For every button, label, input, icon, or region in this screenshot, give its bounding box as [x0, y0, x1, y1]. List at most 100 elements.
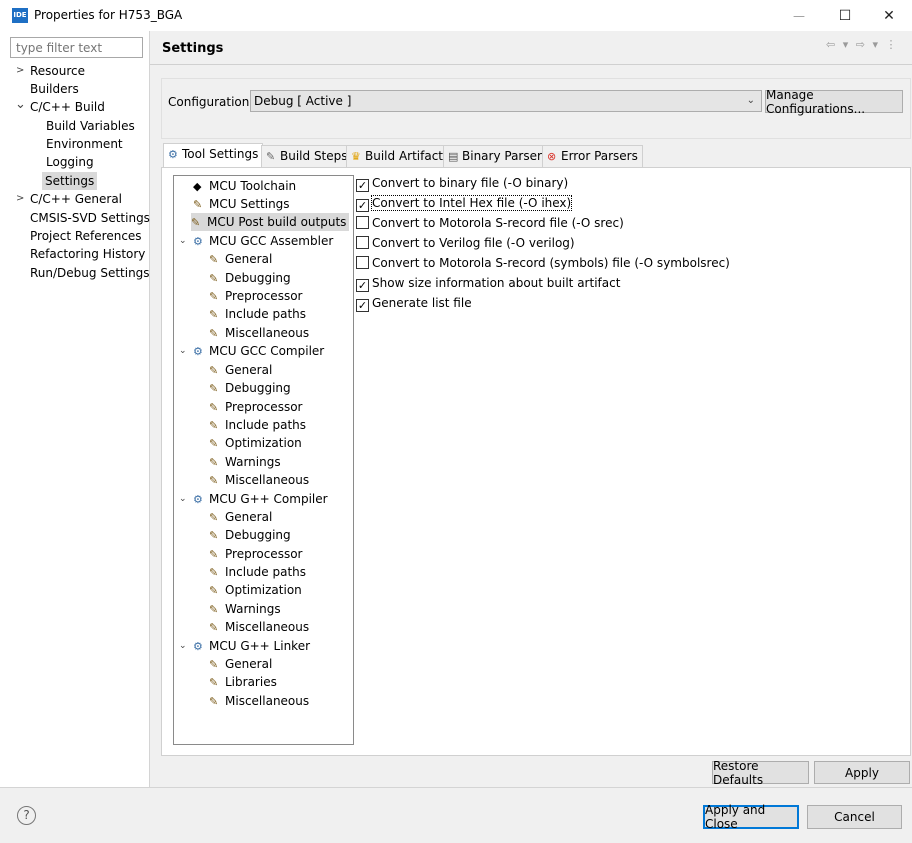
tree-item-mcu-toolchain[interactable]: ◆ MCU Toolchain	[193, 177, 296, 195]
build-artifact-icon: ♛	[351, 150, 361, 163]
tree-item-compiler-preprocessor[interactable]: ✎ Preprocessor	[209, 398, 302, 416]
checkbox-show-size[interactable]: ✓	[356, 279, 369, 292]
settings-page-icon: ✎	[209, 327, 219, 340]
apply-button[interactable]: Apply	[814, 761, 910, 784]
settings-page-icon: ✎	[209, 621, 219, 634]
configuration-label: Configuration:	[168, 95, 254, 109]
tab-build-artifact[interactable]: ♛ Build Artifact	[346, 145, 448, 167]
tree-item-gpp-debugging[interactable]: ✎ Debugging	[209, 526, 291, 544]
tree-item-gpp-misc[interactable]: ✎ Miscellaneous	[209, 618, 309, 636]
checkbox-symbolsrec[interactable]	[356, 256, 369, 269]
maximize-button[interactable]: ☐	[822, 0, 868, 31]
compiler-collapse-icon[interactable]: ⌄	[179, 342, 189, 360]
close-button[interactable]: ✕	[866, 0, 912, 31]
option-generate-list[interactable]: ✓ Generate list file	[356, 294, 472, 312]
option-show-size[interactable]: ✓ Show size information about built artif…	[356, 274, 620, 292]
tree-item-compiler-general[interactable]: ✎ General	[209, 361, 272, 379]
settings-page-icon: ✎	[209, 676, 219, 689]
checkbox-srec[interactable]	[356, 216, 369, 229]
tree-item-assembler-debugging[interactable]: ✎ Debugging	[209, 269, 291, 287]
assembler-collapse-icon[interactable]: ⌄	[179, 232, 189, 250]
option-convert-verilog[interactable]: Convert to Verilog file (-O verilog)	[356, 234, 575, 252]
tree-item-assembler-misc[interactable]: ✎ Miscellaneous	[209, 324, 309, 342]
nav-item-logging[interactable]: Logging	[46, 153, 94, 171]
tree-item-compiler-include-paths[interactable]: ✎ Include paths	[209, 416, 306, 434]
tree-item-gpp-warnings[interactable]: ✎ Warnings	[209, 600, 281, 618]
settings-page-icon: ✎	[209, 529, 219, 542]
tree-item-gcc-compiler[interactable]: ⚙ MCU GCC Compiler	[193, 342, 324, 360]
tree-item-gpp-general[interactable]: ✎ General	[209, 508, 272, 526]
option-convert-symbolsrec[interactable]: Convert to Motorola S-record (symbols) f…	[356, 254, 730, 272]
minimize-button[interactable]: —	[776, 0, 822, 31]
tree-item-post-build-outputs[interactable]: ✎ MCU Post build outputs	[191, 213, 350, 231]
nav-item-run-debug[interactable]: Run/Debug Settings	[30, 264, 150, 282]
tree-item-compiler-debugging[interactable]: ✎ Debugging	[209, 379, 291, 397]
tree-item-assembler-include-paths[interactable]: ✎ Include paths	[209, 305, 306, 323]
window-title: Properties for H753_BGA	[34, 8, 183, 22]
tree-item-assembler-general[interactable]: ✎ General	[209, 250, 272, 268]
checkbox-binary[interactable]: ✓	[356, 179, 369, 192]
resource-expand-icon[interactable]: >	[16, 62, 26, 80]
help-icon[interactable]: ?	[17, 806, 36, 825]
nav-item-cpp-general[interactable]: C/C++ General	[30, 190, 122, 208]
tab-error-parsers[interactable]: ⊗ Error Parsers	[542, 145, 643, 167]
close-icon: ✕	[883, 7, 895, 24]
nav-item-settings[interactable]: Settings	[42, 172, 98, 190]
tool-gear-icon: ⚙	[193, 235, 203, 248]
tree-item-gpp-preprocessor[interactable]: ✎ Preprocessor	[209, 545, 302, 563]
chevron-down-icon: ⌄	[746, 95, 755, 106]
tree-item-gpp-include-paths[interactable]: ✎ Include paths	[209, 563, 306, 581]
tab-build-steps[interactable]: ✎ Build Steps	[261, 145, 353, 167]
tool-gear-icon: ⚙	[193, 640, 203, 653]
tool-gear-icon: ⚙	[193, 345, 203, 358]
restore-defaults-button[interactable]: Restore Defaults	[712, 759, 809, 787]
settings-page-icon: ✎	[209, 364, 219, 377]
cpp-general-expand-icon[interactable]: >	[16, 190, 26, 208]
nav-item-builders[interactable]: Builders	[30, 80, 79, 98]
nav-item-project-references[interactable]: Project References	[30, 227, 142, 245]
manage-configurations-button[interactable]: Manage Configurations...	[765, 88, 903, 116]
tree-item-mcu-settings[interactable]: ✎ MCU Settings	[193, 195, 290, 213]
settings-page-icon: ✎	[209, 474, 219, 487]
gpp-compiler-collapse-icon[interactable]: ⌄	[179, 490, 189, 508]
nav-item-refactoring-history[interactable]: Refactoring History	[30, 245, 145, 263]
tree-item-compiler-warnings[interactable]: ✎ Warnings	[209, 453, 281, 471]
settings-page-icon: ✎	[209, 695, 219, 708]
apply-and-close-button[interactable]: Apply and Close	[703, 803, 799, 831]
nav-item-resource[interactable]: Resource	[30, 62, 85, 80]
tree-item-compiler-misc[interactable]: ✎ Miscellaneous	[209, 471, 309, 489]
tree-item-assembler-preprocessor[interactable]: ✎ Preprocessor	[209, 287, 302, 305]
settings-page-icon: ✎	[209, 584, 219, 597]
option-convert-ihex[interactable]: ✓ Convert to Intel Hex file (-O ihex)	[356, 194, 573, 212]
bottom-divider	[0, 787, 912, 788]
tree-item-gpp-compiler[interactable]: ⚙ MCU G++ Compiler	[193, 490, 328, 508]
tool-gear-icon: ⚙	[193, 493, 203, 506]
tab-binary-parsers[interactable]: ▤ Binary Parsers	[443, 145, 554, 167]
nav-item-cmsis-svd[interactable]: CMSIS-SVD Settings	[30, 209, 150, 227]
nav-item-build-variables[interactable]: Build Variables	[46, 117, 135, 135]
filter-input[interactable]	[10, 37, 143, 58]
maximize-icon: ☐	[838, 7, 852, 24]
tree-item-linker-libraries[interactable]: ✎ Libraries	[209, 673, 277, 691]
option-convert-binary[interactable]: ✓ Convert to binary file (-O binary)	[356, 174, 568, 192]
tree-item-assembler[interactable]: ⚙ MCU GCC Assembler	[193, 232, 333, 250]
linker-collapse-icon[interactable]: ⌄	[179, 637, 189, 655]
tree-item-compiler-optimization[interactable]: ✎ Optimization	[209, 434, 302, 452]
checkbox-list-file[interactable]: ✓	[356, 299, 369, 312]
tree-item-gpp-optimization[interactable]: ✎ Optimization	[209, 581, 302, 599]
option-convert-srec[interactable]: Convert to Motorola S-record file (-O sr…	[356, 214, 624, 232]
tree-item-linker-general[interactable]: ✎ General	[209, 655, 272, 673]
nav-item-environment[interactable]: Environment	[46, 135, 123, 153]
nav-item-cpp-build[interactable]: C/C++ Build	[30, 98, 105, 116]
tree-item-gpp-linker[interactable]: ⚙ MCU G++ Linker	[193, 637, 310, 655]
settings-page-icon: ✎	[209, 437, 219, 450]
checkbox-ihex[interactable]: ✓	[356, 199, 369, 212]
configuration-select[interactable]: Debug [ Active ] ⌄	[250, 90, 762, 112]
tree-item-linker-misc[interactable]: ✎ Miscellaneous	[209, 692, 309, 710]
checkbox-verilog[interactable]	[356, 236, 369, 249]
tab-tool-settings[interactable]: ⚙ Tool Settings	[163, 143, 264, 168]
history-nav-arrows[interactable]: ⇦ ▾ ⇨ ▾ ⋮	[826, 38, 898, 51]
binary-parsers-icon: ▤	[448, 150, 459, 163]
cpp-build-collapse-icon[interactable]: ⌄	[15, 96, 26, 114]
cancel-button[interactable]: Cancel	[807, 805, 902, 829]
